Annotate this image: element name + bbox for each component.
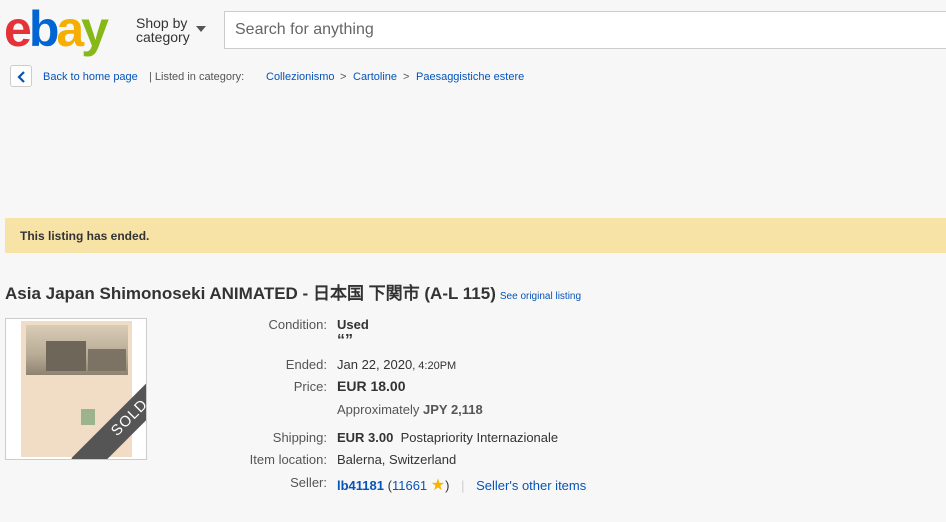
condition-note: “” (337, 332, 353, 349)
listing-title: Asia Japan Shimonoseki ANIMATED - 日本国 下関… (5, 279, 581, 304)
postcard-photo (26, 325, 128, 375)
shipping-method: Postapriority Internazionale (400, 430, 559, 445)
listing-title-text: Asia Japan Shimonoseki ANIMATED - 日本国 下関… (5, 284, 496, 303)
location-label: Item location: (249, 452, 327, 467)
price-value: EUR 18.00 (337, 378, 406, 394)
ended-value: Jan 22, 2020, 4:20PM (337, 357, 456, 372)
logo-letter-b: b (28, 1, 59, 57)
condition-label: Condition: (268, 317, 327, 332)
breadcrumb-item-cartoline[interactable]: Cartoline (353, 71, 397, 83)
shop-by-line1: Shop by (136, 15, 188, 31)
location-value: Balerna, Switzerland (337, 452, 457, 467)
item-image[interactable]: SOLD (5, 318, 147, 460)
search-input[interactable]: Search for anything (224, 11, 946, 49)
shipping-value: EUR 3.00 Postapriority Internazionale (337, 430, 558, 445)
building-shape (46, 341, 86, 371)
shop-by-line2: category (136, 29, 190, 45)
logo-letter-y: y (81, 1, 109, 57)
seller-name-link[interactable]: lb41181 (337, 478, 384, 493)
back-button[interactable] (10, 65, 32, 87)
seller-label: Seller: (290, 475, 327, 490)
breadcrumb-separator: > (403, 71, 410, 83)
header: ebay Shop by category Search for anythin… (0, 0, 946, 58)
see-original-listing-link[interactable]: See original listing (500, 291, 581, 302)
back-to-home-link[interactable]: Back to home page (43, 71, 138, 83)
breadcrumb-item-collezionismo[interactable]: Collezionismo (266, 71, 334, 83)
listed-in-label: | Listed in category: (149, 71, 245, 83)
price-label: Price: (293, 379, 327, 394)
listing-ended-banner: This listing has ended. (5, 218, 946, 253)
ended-date: Jan 22, 2020 (337, 357, 413, 372)
shipping-label: Shipping: (272, 430, 327, 445)
approx-value: JPY 2,118 (423, 402, 483, 417)
divider: | (461, 478, 465, 493)
ended-time: , 4:20PM (412, 360, 457, 372)
approx-price: Approximately JPY 2,118 (337, 402, 483, 417)
seller-score-close: ) (445, 478, 450, 493)
building-shape (88, 349, 126, 371)
breadcrumb-item-paesaggistiche[interactable]: Paesaggistiche estere (416, 71, 524, 83)
logo-letter-a: a (56, 1, 84, 57)
chevron-left-icon (17, 71, 25, 83)
seller-info: lb41181 (11661 ★) | Seller's other items (337, 475, 586, 495)
star-icon: ★ (430, 477, 446, 494)
banner-text: This listing has ended. (20, 229, 150, 243)
sellers-other-items-link[interactable]: Seller's other items (476, 478, 586, 493)
logo-letter-e: e (4, 1, 32, 57)
approx-label: Approximately (337, 402, 420, 417)
breadcrumb-separator: > (340, 71, 347, 83)
seller-feedback-link[interactable]: 11661 (392, 478, 427, 493)
condition-value: Used (337, 317, 369, 332)
shipping-cost: EUR 3.00 (337, 430, 394, 445)
chevron-down-icon (196, 26, 206, 32)
stamp-shape (81, 409, 95, 425)
shop-by-category-button[interactable]: Shop by category (136, 15, 206, 45)
ended-label: Ended: (285, 357, 327, 372)
ebay-logo[interactable]: ebay (4, 1, 109, 57)
